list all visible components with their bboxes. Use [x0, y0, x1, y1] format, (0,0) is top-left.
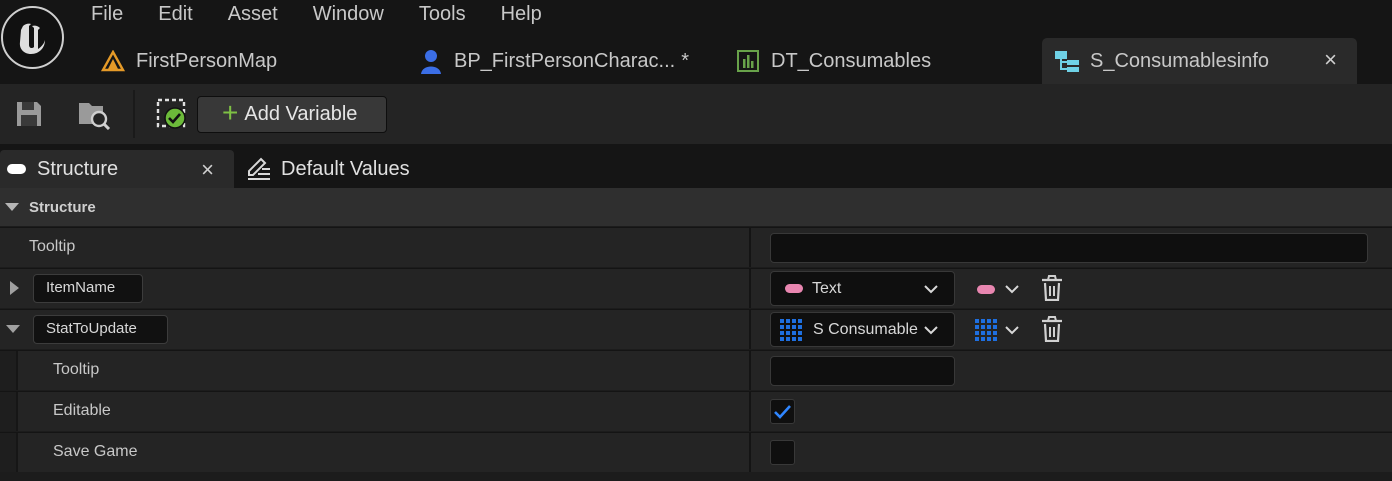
tab-label: FirstPersonMap	[136, 49, 278, 72]
save-game-checkbox[interactable]	[770, 440, 795, 465]
checkmark-icon	[774, 405, 791, 419]
tab-label: BP_FirstPersonCharac...	[454, 49, 676, 72]
datatable-icon	[735, 48, 761, 74]
member-name-input[interactable]: ItemName	[33, 274, 143, 303]
container-type-dropdown[interactable]	[977, 278, 1025, 300]
save-game-label: Save Game	[53, 443, 138, 460]
tab-structure-label: Structure	[37, 157, 119, 180]
level-icon	[100, 48, 126, 74]
column-splitter[interactable]	[749, 310, 751, 349]
unreal-logo-icon[interactable]	[1, 6, 64, 69]
column-splitter[interactable]	[749, 433, 751, 472]
toolbar: + Add Variable	[0, 84, 1392, 144]
type-label: Text	[812, 279, 842, 297]
indent-guide	[0, 392, 18, 431]
tab-s-consumablesinfo[interactable]: S_Consumablesinfo ×	[1042, 38, 1357, 84]
column-splitter[interactable]	[749, 269, 751, 308]
browse-icon	[79, 103, 111, 130]
tooltip-input[interactable]	[770, 233, 1368, 263]
plus-icon: +	[222, 97, 239, 128]
type-dropdown[interactable]: S Consumable	[770, 312, 955, 347]
panel-tabs: Structure × Default Values	[0, 146, 1392, 188]
struct-type-grid-icon	[780, 318, 804, 341]
tab-structure[interactable]: Structure ×	[0, 150, 234, 188]
save-icon	[17, 102, 41, 126]
tooltip-label: Tooltip	[29, 238, 76, 255]
member-row-itemname: ItemName Text	[0, 268, 1392, 308]
collapse-arrow-icon[interactable]	[5, 203, 19, 211]
toolbar-separator	[133, 90, 135, 138]
close-icon[interactable]: ×	[1324, 47, 1337, 73]
member-name-input[interactable]: StatToUpdate	[33, 315, 168, 344]
add-variable-button[interactable]: + Add Variable	[197, 96, 387, 133]
tab-bp-firstpersoncharacter[interactable]: BP_FirstPersonCharac... *	[418, 38, 689, 84]
structure-details-panel: Structure Tooltip ItemName Text StatToUp…	[0, 188, 1392, 481]
column-splitter[interactable]	[749, 228, 751, 267]
editable-label: Editable	[53, 402, 111, 419]
type-label: S Consumable	[813, 320, 918, 338]
add-variable-label: Add Variable	[244, 103, 358, 125]
editable-checkbox[interactable]	[770, 399, 795, 424]
member-row-stattoupdate: StatToUpdate S Consumable	[0, 309, 1392, 349]
tab-label: DT_Consumables	[771, 49, 932, 72]
character-blueprint-icon	[418, 48, 444, 74]
type-dropdown[interactable]: Text	[770, 271, 955, 306]
column-splitter[interactable]	[749, 392, 751, 431]
member-savegame-row: Save Game	[0, 432, 1392, 472]
chevron-down-icon	[1005, 326, 1019, 335]
category-title: Structure	[29, 198, 96, 216]
column-splitter[interactable]	[749, 351, 751, 390]
text-type-pill-icon	[785, 284, 803, 293]
member-editable-row: Editable	[0, 391, 1392, 431]
indent-guide	[0, 433, 18, 472]
container-type-dropdown[interactable]	[975, 319, 1023, 341]
menu-tools[interactable]: Tools	[402, 0, 484, 30]
member-tooltip-label: Tooltip	[53, 361, 100, 378]
menu-window[interactable]: Window	[296, 0, 402, 30]
close-icon[interactable]: ×	[201, 157, 214, 183]
tooltip-row: Tooltip	[0, 227, 1392, 267]
member-tooltip-input[interactable]	[770, 356, 955, 386]
menu-help[interactable]: Help	[484, 0, 560, 30]
category-header-structure[interactable]: Structure	[0, 188, 1392, 226]
tab-firstpersonmap[interactable]: FirstPersonMap	[100, 38, 277, 84]
browse-button[interactable]	[74, 96, 114, 132]
chevron-down-icon	[1005, 285, 1019, 294]
modified-indicator: *	[681, 49, 689, 72]
delete-member-icon[interactable]	[1041, 316, 1063, 342]
expand-arrow-icon[interactable]	[10, 281, 19, 295]
struct-icon	[1054, 48, 1080, 74]
structure-pill-icon	[7, 164, 26, 174]
title-bar: File Edit Asset Window Tools Help FirstP…	[0, 0, 1392, 84]
menu-edit[interactable]: Edit	[141, 0, 210, 30]
single-container-icon	[975, 319, 999, 341]
chevron-down-icon	[924, 326, 938, 335]
collapse-arrow-icon[interactable]	[6, 325, 20, 333]
menu-asset[interactable]: Asset	[211, 0, 296, 30]
single-container-icon	[977, 284, 995, 294]
edit-list-icon	[248, 157, 270, 180]
compile-status-button[interactable]	[151, 96, 191, 132]
menu-file[interactable]: File	[74, 0, 141, 30]
save-button[interactable]	[9, 96, 49, 132]
tab-default-values-label: Default Values	[281, 157, 410, 180]
tab-label: S_Consumablesinfo	[1090, 49, 1269, 72]
chevron-down-icon	[924, 285, 938, 294]
member-tooltip-row: Tooltip	[0, 350, 1392, 390]
tab-default-values[interactable]: Default Values	[246, 150, 410, 188]
menu-bar: File Edit Asset Window Tools Help	[74, 0, 560, 30]
compile-status-icon	[156, 98, 186, 129]
indent-guide	[0, 351, 18, 390]
delete-member-icon[interactable]	[1041, 275, 1063, 301]
tab-dt-consumables[interactable]: DT_Consumables	[735, 38, 931, 84]
